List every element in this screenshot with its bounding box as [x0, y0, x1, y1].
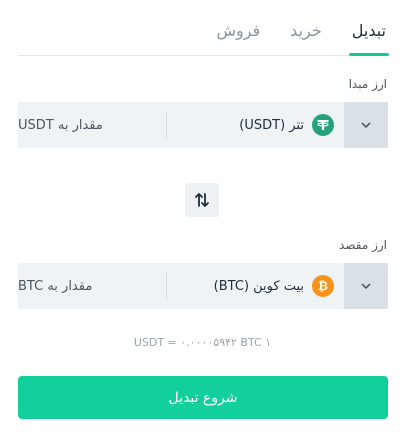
swap-button[interactable] [185, 183, 219, 217]
source-amount-input[interactable]: مقدار به USDT [18, 102, 166, 148]
source-dropdown-button[interactable] [344, 102, 388, 148]
tab-convert[interactable]: تبدیل [348, 0, 390, 56]
destination-currency-select[interactable]: ₿ بیت کوین (BTC) [167, 263, 344, 309]
source-currency-row: مقدار به USDT تتر (USDT) [18, 102, 388, 148]
source-currency-select[interactable]: تتر (USDT) [167, 102, 344, 148]
destination-currency-row: مقدار به BTC ₿ بیت کوین (BTC) [18, 263, 388, 309]
destination-currency-label: ارز مقصد [339, 238, 387, 252]
tab-buy[interactable]: خرید [290, 0, 322, 55]
destination-amount-input[interactable]: مقدار به BTC [18, 263, 166, 309]
tab-sell[interactable]: فروش [216, 0, 260, 55]
chevron-down-icon [361, 283, 371, 289]
exchange-rate-text: ۱ USDT = ۰.۰۰۰۰۵۹۴۲ BTC [133, 336, 272, 349]
source-currency-label: ارز مبدا [348, 77, 387, 91]
chevron-down-icon [361, 122, 371, 128]
start-conversion-button[interactable]: شروع تبدیل [18, 376, 388, 419]
source-currency-name: تتر (USDT) [239, 117, 304, 133]
tab-bar: تبدیل خرید فروش [18, 0, 390, 56]
swap-arrows-icon [195, 193, 209, 207]
bitcoin-icon: ₿ [312, 275, 334, 297]
tether-icon [312, 114, 334, 136]
destination-dropdown-button[interactable] [344, 263, 388, 309]
svg-text:₿: ₿ [318, 279, 328, 293]
destination-currency-name: بیت کوین (BTC) [213, 278, 304, 294]
